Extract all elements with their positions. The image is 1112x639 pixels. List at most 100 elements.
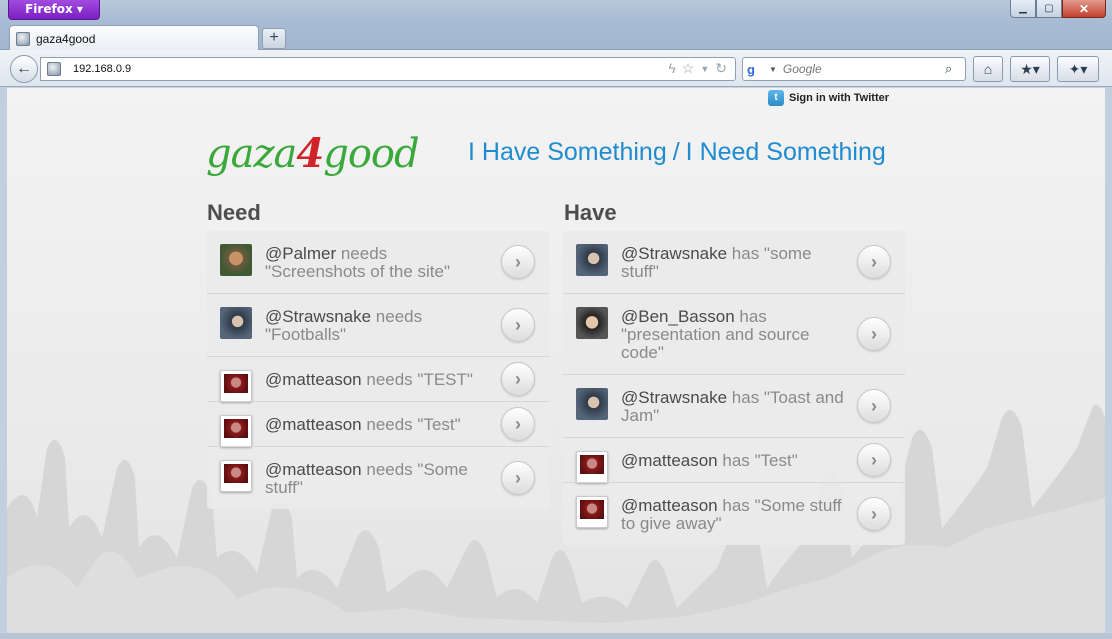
username-link[interactable]: @Palmer bbox=[265, 244, 336, 263]
search-bar[interactable]: g ▼ Google ⌕ bbox=[742, 57, 966, 81]
restore-icon[interactable]: ▢ bbox=[1036, 0, 1062, 18]
window-frame-bottom bbox=[0, 633, 1112, 639]
need-item[interactable]: @matteason needs "TEST" › bbox=[207, 356, 549, 402]
i-have-something-link[interactable]: I Have Something bbox=[468, 138, 667, 166]
item-text: @matteason needs "Test" bbox=[265, 416, 489, 434]
item-text: @Strawsnake has "some stuff" bbox=[621, 245, 845, 281]
bookmark-star-icon[interactable]: ☆ bbox=[682, 60, 695, 78]
chevron-right-icon[interactable]: › bbox=[501, 407, 535, 441]
item-description: has "Test" bbox=[717, 451, 798, 470]
item-text: @matteason has "Test" bbox=[621, 452, 845, 470]
username-link[interactable]: @Strawsnake bbox=[265, 307, 371, 326]
need-column-title: Need bbox=[207, 200, 261, 225]
chevron-right-icon[interactable]: › bbox=[857, 389, 891, 423]
item-description: needs "Test" bbox=[361, 415, 461, 434]
bookmarks-menu-icon[interactable]: ★▾ bbox=[1010, 56, 1050, 82]
avatar bbox=[220, 415, 252, 447]
have-list: @Strawsnake has "some stuff" › @Ben_Basson… bbox=[563, 231, 905, 545]
home-icon[interactable]: ⌂ bbox=[973, 56, 1003, 82]
navigation-toolbar: ← 192.168.0.9 ϟ ☆ ▼ ↻ g ▼ Google ⌕ ⌂ ★▾ … bbox=[0, 50, 1112, 87]
logo-text-gaza: gaza bbox=[206, 131, 297, 177]
i-need-something-link[interactable]: I Need Something bbox=[686, 138, 886, 166]
have-item[interactable]: @matteason has "Test" › bbox=[563, 437, 905, 483]
search-icon[interactable]: ⌕ bbox=[945, 61, 965, 77]
google-icon[interactable]: g bbox=[747, 60, 767, 78]
item-text: @matteason has "Some stuff to give away" bbox=[621, 497, 845, 533]
reload-icon[interactable]: ↻ bbox=[715, 60, 727, 78]
logo-text-good: good bbox=[323, 131, 419, 177]
firefox-menu-button[interactable]: Firefox ▾ bbox=[8, 0, 100, 20]
need-item[interactable]: @matteason needs "Some stuff" › bbox=[207, 446, 549, 509]
need-item[interactable]: @Palmer needs "Screenshots of the site" › bbox=[207, 231, 549, 293]
username-link[interactable]: @matteason bbox=[265, 370, 362, 389]
new-tab-button[interactable]: + bbox=[262, 28, 286, 49]
item-text: @Strawsnake has "Toast and Jam" bbox=[621, 389, 845, 425]
close-icon[interactable]: ✕ bbox=[1062, 0, 1106, 18]
page-content: t Sign in with Twitter gaza4good I Have … bbox=[7, 88, 1105, 633]
history-dropdown-icon[interactable]: ▼ bbox=[700, 60, 709, 78]
have-column-title: Have bbox=[564, 200, 617, 225]
need-item[interactable]: @Strawsnake needs "Footballs" › bbox=[207, 293, 549, 356]
twitter-signin-label: Sign in with Twitter bbox=[789, 92, 890, 104]
item-text: @matteason needs "Some stuff" bbox=[265, 461, 489, 497]
username-link[interactable]: @Strawsnake bbox=[621, 388, 727, 407]
avatar bbox=[576, 244, 608, 276]
site-identity-icon[interactable] bbox=[41, 58, 67, 80]
chevron-down-icon[interactable]: ▼ bbox=[769, 65, 777, 74]
chevron-right-icon[interactable]: › bbox=[501, 308, 535, 342]
lightning-icon: ϟ bbox=[668, 60, 676, 76]
username-link[interactable]: @matteason bbox=[621, 451, 718, 470]
page-favicon-icon bbox=[16, 31, 30, 46]
username-link[interactable]: @matteason bbox=[265, 415, 362, 434]
url-input[interactable]: 192.168.0.9 bbox=[73, 63, 668, 75]
site-logo[interactable]: gaza4good bbox=[206, 126, 420, 182]
tab-gaza4good[interactable]: gaza4good bbox=[9, 25, 259, 51]
minimize-icon[interactable]: ▁ bbox=[1010, 0, 1036, 18]
avatar bbox=[220, 460, 252, 492]
username-link[interactable]: @matteason bbox=[265, 460, 362, 479]
chevron-right-icon[interactable]: › bbox=[501, 245, 535, 279]
avatar bbox=[220, 370, 252, 402]
have-item[interactable]: @Ben_Basson has "presentation and source… bbox=[563, 293, 905, 374]
tab-title: gaza4good bbox=[36, 31, 96, 46]
twitter-signin-button[interactable]: t Sign in with Twitter bbox=[768, 89, 889, 107]
avatar bbox=[220, 244, 252, 276]
title-bar: Firefox ▾ ▁ ▢ ✕ gaza4good + bbox=[0, 0, 1112, 51]
have-item[interactable]: @Strawsnake has "Toast and Jam" › bbox=[563, 374, 905, 437]
avatar bbox=[220, 307, 252, 339]
hero-links: I Have Something / I Need Something bbox=[468, 138, 886, 167]
avatar bbox=[576, 388, 608, 420]
need-list: @Palmer needs "Screenshots of the site" ›… bbox=[207, 231, 549, 509]
logo-text-4: 4 bbox=[296, 130, 324, 177]
have-item[interactable]: @Strawsnake has "some stuff" › bbox=[563, 231, 905, 293]
item-text: @Strawsnake needs "Footballs" bbox=[265, 308, 489, 344]
back-arrow-icon[interactable]: ← bbox=[10, 55, 38, 83]
username-link[interactable]: @Ben_Basson bbox=[621, 307, 735, 326]
chevron-right-icon[interactable]: › bbox=[857, 443, 891, 477]
search-input[interactable]: Google bbox=[783, 62, 945, 76]
avatar bbox=[576, 451, 608, 483]
item-text: @Ben_Basson has "presentation and source… bbox=[621, 308, 845, 362]
have-item[interactable]: @matteason has "Some stuff to give away"… bbox=[563, 482, 905, 545]
avatar bbox=[576, 496, 608, 528]
chevron-right-icon[interactable]: › bbox=[501, 461, 535, 495]
chevron-right-icon[interactable]: › bbox=[857, 317, 891, 351]
avatar bbox=[576, 307, 608, 339]
chevron-right-icon[interactable]: › bbox=[501, 362, 535, 396]
crowd-background-image bbox=[7, 404, 1105, 633]
twitter-bird-icon: t bbox=[768, 90, 784, 106]
window-controls: ▁ ▢ ✕ bbox=[1010, 0, 1106, 18]
link-separator: / bbox=[672, 138, 680, 166]
username-link[interactable]: @Strawsnake bbox=[621, 244, 727, 263]
window-frame-left bbox=[0, 87, 7, 639]
url-bar[interactable]: 192.168.0.9 ϟ ☆ ▼ ↻ bbox=[40, 57, 736, 81]
chevron-right-icon[interactable]: › bbox=[857, 245, 891, 279]
need-item[interactable]: @matteason needs "Test" › bbox=[207, 401, 549, 447]
chevron-right-icon[interactable]: › bbox=[857, 497, 891, 531]
item-text: @Palmer needs "Screenshots of the site" bbox=[265, 245, 489, 281]
item-text: @matteason needs "TEST" bbox=[265, 371, 489, 389]
item-description: needs "TEST" bbox=[361, 370, 473, 389]
username-link[interactable]: @matteason bbox=[621, 496, 718, 515]
window-frame-right bbox=[1105, 87, 1112, 639]
addon-icon[interactable]: ✦▾ bbox=[1057, 56, 1099, 82]
